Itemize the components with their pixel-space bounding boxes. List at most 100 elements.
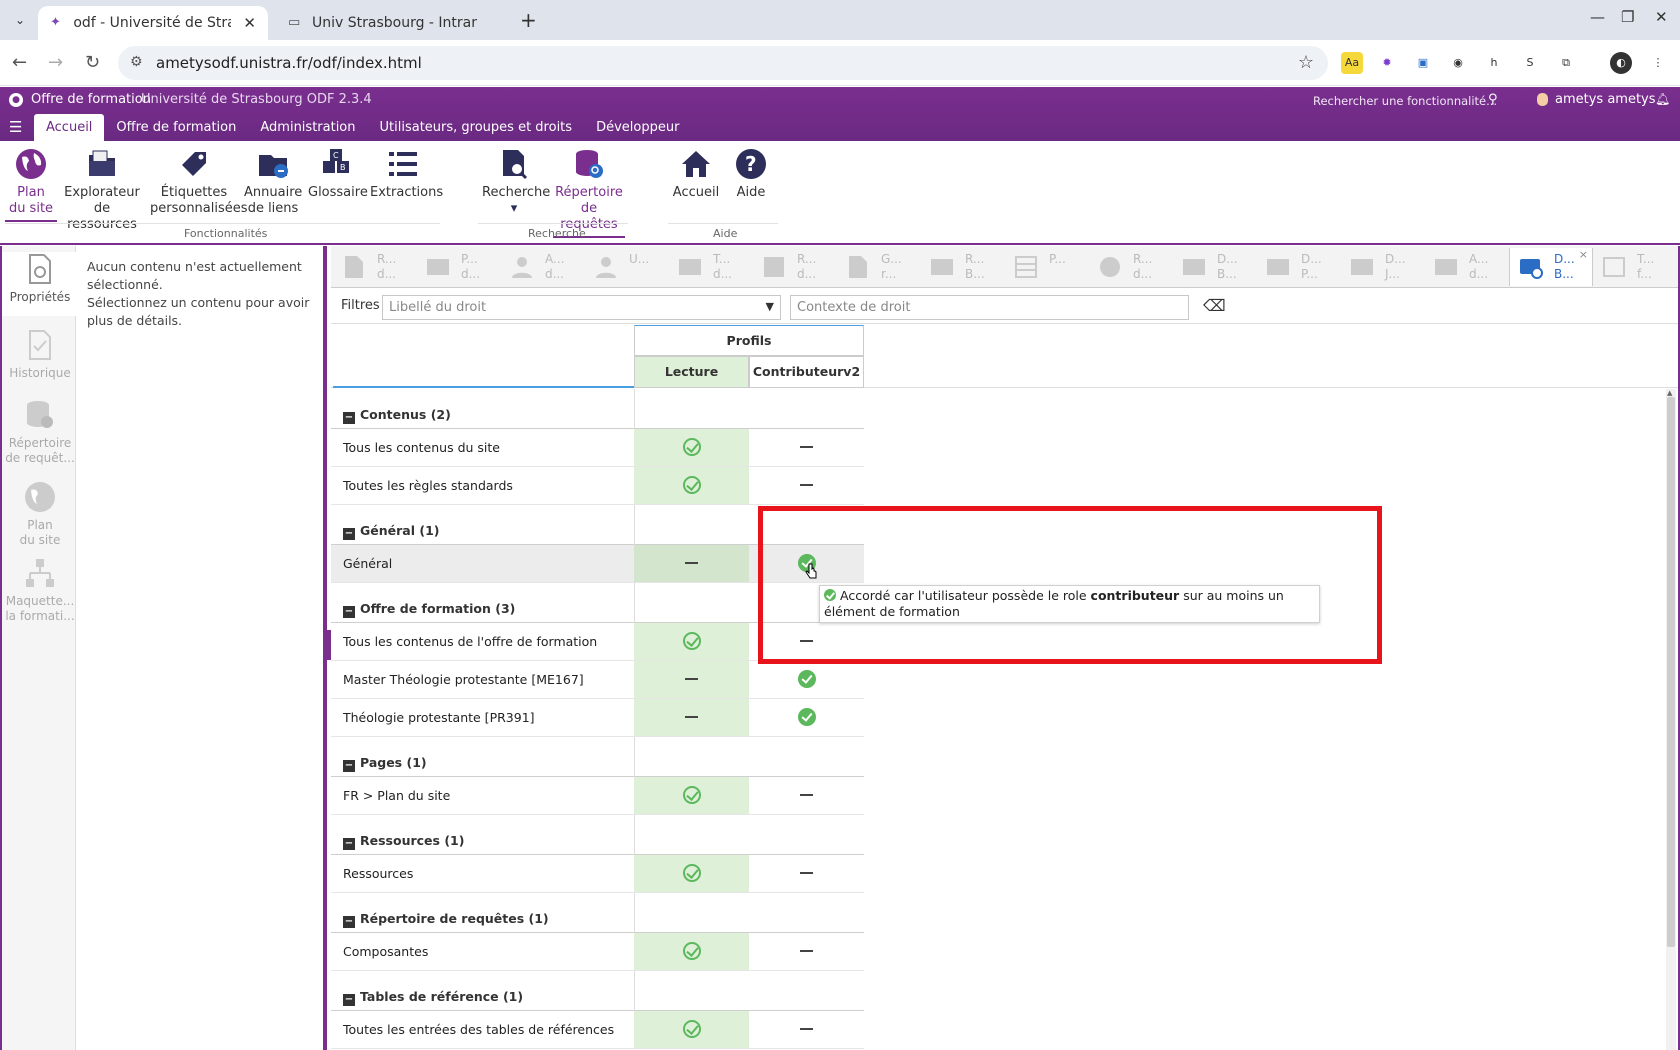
extension-screen-icon[interactable]: ▣ [1412, 52, 1434, 74]
tab-administration[interactable]: Administration [248, 114, 367, 141]
cell-lecture[interactable] [634, 467, 749, 504]
cell-contributeurv2[interactable] [749, 467, 864, 504]
function-search-input[interactable]: Rechercher une fonctionnalité... [1313, 94, 1497, 108]
group-name[interactable]: − Tables de référence (1) [343, 989, 523, 1006]
extension-gear-icon[interactable]: ✹ [1376, 52, 1398, 74]
cell-contributeurv2[interactable] [749, 933, 864, 970]
window-close-icon[interactable]: ✕ [1655, 8, 1668, 26]
right-context-filter-input[interactable]: Contexte de droit [790, 295, 1189, 320]
extension-dictionary-icon[interactable]: Aa [1341, 52, 1363, 74]
scrollbar-thumb[interactable] [1667, 397, 1675, 947]
group-name[interactable]: − Général (1) [343, 523, 439, 540]
back-icon[interactable]: ← [12, 52, 27, 73]
group-row[interactable]: − Tables de référence (1) [331, 971, 864, 1011]
tab-developpeur[interactable]: Développeur [584, 114, 691, 141]
scroll-up-icon[interactable]: ▲ [1667, 389, 1672, 397]
doc-tab[interactable]: A... d... [1425, 248, 1509, 286]
group-name[interactable]: − Répertoire de requêtes (1) [343, 911, 549, 928]
cell-lecture[interactable] [634, 933, 749, 970]
browser-tab-odf[interactable]: ✦ odf - Université de Strasbourg ✕ [38, 6, 268, 40]
not-granted-icon[interactable] [685, 562, 698, 564]
not-granted-icon[interactable] [800, 1028, 813, 1030]
extension-h-icon[interactable]: h [1483, 52, 1505, 74]
extension-camera-icon[interactable]: ◉ [1447, 52, 1469, 74]
cell-lecture[interactable] [634, 429, 749, 466]
not-granted-icon[interactable] [800, 446, 813, 448]
doc-tab-active[interactable]: D... B... × [1509, 248, 1593, 286]
group-row[interactable]: − Contenus (2) [331, 389, 864, 429]
tab-accueil[interactable]: Accueil [34, 114, 105, 141]
url-text[interactable]: ametysodf.unistra.fr/odf/index.html [156, 54, 422, 72]
group-name[interactable]: − Contenus (2) [343, 407, 451, 424]
cell-lecture[interactable] [634, 1011, 749, 1048]
granted-icon[interactable] [683, 438, 701, 456]
group-name[interactable]: − Offre de formation (3) [343, 601, 515, 618]
cell-contributeurv2[interactable] [749, 1011, 864, 1048]
cell-lecture[interactable] [634, 855, 749, 892]
right-row[interactable]: Master Théologie protestante [ME167] [331, 661, 864, 699]
doc-tab[interactable]: T... f... [1593, 248, 1677, 286]
cell-lecture[interactable] [634, 661, 749, 698]
glossaire-button[interactable]: CB Glossaire [308, 147, 368, 201]
minimize-icon[interactable]: — [1590, 8, 1605, 26]
cell-contributeurv2[interactable] [749, 777, 864, 814]
close-tab-icon[interactable]: × [1579, 248, 1588, 261]
cell-lecture[interactable] [634, 623, 749, 660]
new-tab-icon[interactable]: + [520, 8, 537, 32]
doc-tab[interactable]: A... d... [501, 248, 585, 286]
profile-avatar[interactable]: ◐ [1610, 52, 1632, 74]
extensions-puzzle-icon[interactable]: ⧉ [1555, 52, 1577, 74]
not-granted-icon[interactable] [800, 794, 813, 796]
collapse-icon[interactable]: − [343, 838, 355, 850]
forward-icon[interactable]: → [48, 52, 63, 73]
tool-plan-du-site[interactable]: Plan du site [2, 480, 78, 548]
cell-contributeurv2[interactable] [749, 429, 864, 466]
vertical-scrollbar[interactable]: ▲ [1666, 389, 1676, 1050]
doc-tab[interactable]: R... d... [753, 248, 837, 286]
recherche-dropdown-icon[interactable]: ▾ [511, 201, 518, 216]
not-granted-icon[interactable] [800, 872, 813, 874]
granted-icon[interactable] [683, 1020, 701, 1038]
right-row[interactable]: Composantes [331, 933, 864, 971]
cell-contributeurv2[interactable] [749, 661, 864, 698]
collapse-icon[interactable]: − [343, 606, 355, 618]
extractions-button[interactable]: Extractions [370, 147, 443, 201]
granted-icon[interactable] [683, 786, 701, 804]
reload-icon[interactable]: ↻ [85, 52, 100, 73]
not-granted-icon[interactable] [685, 678, 698, 680]
tab-list-button[interactable]: ⌄ [8, 8, 32, 32]
right-row[interactable]: Toutes les entrées des tables de référen… [331, 1011, 864, 1049]
accueil-button[interactable]: Accueil [672, 147, 720, 201]
tool-historique[interactable]: Historique [2, 328, 78, 381]
search-icon[interactable]: ⚲ [1488, 92, 1498, 107]
annuaire-button[interactable]: Annuaire de liens [244, 147, 302, 217]
chevron-down-icon[interactable]: ▼ [766, 300, 774, 313]
granted-icon[interactable] [798, 708, 816, 726]
right-row[interactable]: Toutes les règles standards [331, 467, 864, 505]
bookmark-star-icon[interactable]: ☆ [1298, 52, 1314, 73]
granted-icon[interactable] [798, 670, 816, 688]
right-row[interactable]: Théologie protestante [PR391] [331, 699, 864, 737]
cell-lecture[interactable] [634, 545, 749, 582]
explorateur-button[interactable]: Explorateur de ressources [62, 147, 142, 233]
doc-tab[interactable]: D... J... [1341, 248, 1425, 286]
right-row[interactable]: Tous les contenus du site [331, 429, 864, 467]
doc-tab[interactable]: R... d... [333, 248, 417, 286]
browser-tab-intranet[interactable]: ▭ Univ Strasbourg - Intranet [276, 6, 512, 40]
column-header-contributeurv2[interactable]: Contributeurv2 [749, 356, 864, 388]
browser-menu-icon[interactable]: ⋮ [1647, 52, 1669, 74]
doc-tab[interactable]: R... B... [921, 248, 1005, 286]
group-row[interactable]: − Répertoire de requêtes (1) [331, 893, 864, 933]
cell-contributeurv2[interactable] [749, 699, 864, 736]
doc-tab[interactable]: U... [585, 248, 669, 286]
doc-tab[interactable]: D... P... [1257, 248, 1341, 286]
cell-lecture[interactable] [634, 699, 749, 736]
repertoire-requetes-button[interactable]: Répertoire de requêtes [553, 147, 625, 238]
doc-tab[interactable]: D... B... [1173, 248, 1257, 286]
group-name[interactable]: − Ressources (1) [343, 833, 464, 850]
group-name[interactable]: − Pages (1) [343, 755, 427, 772]
tool-repertoire[interactable]: Répertoire de requêt... [2, 398, 78, 466]
doc-tab[interactable]: P... [1005, 248, 1089, 286]
omnibox[interactable]: ⚙ ametysodf.unistra.fr/odf/index.html ☆ [118, 46, 1328, 80]
not-granted-icon[interactable] [800, 484, 813, 486]
